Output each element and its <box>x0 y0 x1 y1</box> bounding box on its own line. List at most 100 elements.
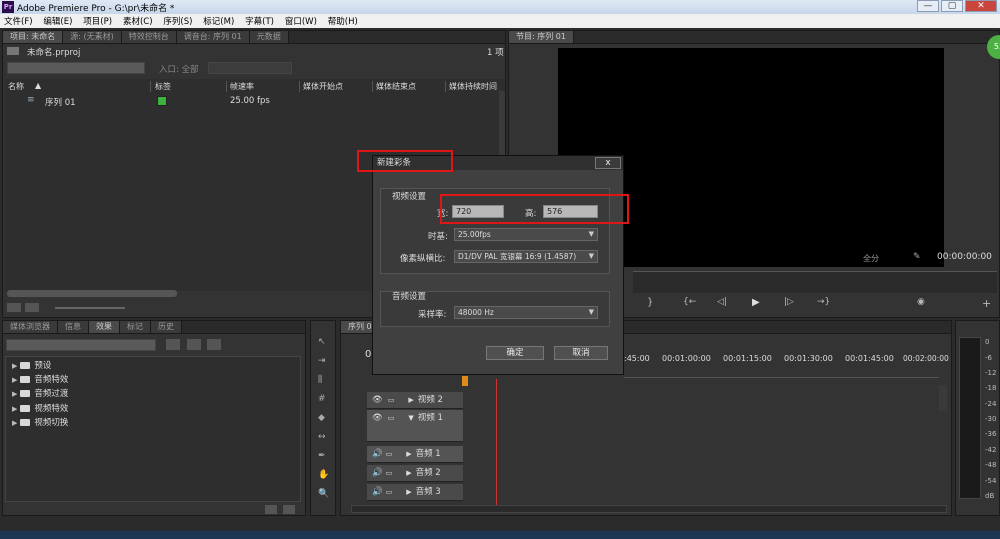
pixel-aspect-select[interactable]: D1/DV PAL 宽银幕 16:9 (1.4587) ▼ <box>454 250 598 263</box>
step-back-icon[interactable]: ◁| <box>717 297 727 307</box>
tab-source[interactable]: 源: (无素材) <box>63 31 122 43</box>
track-audio-2[interactable]: 🔊 ▭ ▶ 音频 2 <box>367 465 463 482</box>
tree-item-audio-effects[interactable]: ▶ 音频特效 <box>12 373 68 387</box>
go-to-in-icon[interactable]: {← <box>683 297 696 307</box>
eye-icon[interactable]: 👁 <box>367 395 383 405</box>
tab-effects[interactable]: 效果 <box>89 321 120 333</box>
playhead-handle[interactable] <box>462 376 468 386</box>
project-hscrollbar[interactable] <box>7 290 177 297</box>
timeline-vscrollbar[interactable] <box>939 385 947 411</box>
col-name[interactable]: 名称 <box>8 81 151 92</box>
razor-tool-icon[interactable]: ◆ <box>318 409 329 428</box>
track-video-1[interactable]: 👁 ▭ ▼ 视频 1 <box>367 410 463 442</box>
tab-info[interactable]: 信息 <box>58 321 89 333</box>
rolling-edit-tool-icon[interactable]: # <box>318 390 329 409</box>
export-frame-icon[interactable]: ◉ <box>917 297 925 307</box>
tree-item-presets[interactable]: ▶ 预设 <box>12 359 51 373</box>
row-sequence-name[interactable]: 序列 01 <box>45 96 76 108</box>
expand-icon[interactable]: ▶ <box>12 373 17 387</box>
col-media-start[interactable]: 媒体开始点 <box>303 81 373 92</box>
effects-search-input[interactable] <box>6 339 156 351</box>
cancel-button[interactable]: 取消 <box>554 346 608 360</box>
ok-button[interactable]: 确定 <box>486 346 544 360</box>
tree-item-audio-transitions[interactable]: ▶ 音频过渡 <box>12 387 68 401</box>
track-audio-3[interactable]: 🔊 ▭ ▶ 音频 3 <box>367 484 463 501</box>
zoom-slider[interactable] <box>55 307 125 309</box>
add-button-icon[interactable]: + <box>982 297 991 310</box>
samplerate-select[interactable]: 48000 Hz ▼ <box>454 306 598 319</box>
close-button[interactable]: ✕ <box>965 0 997 12</box>
tab-metadata[interactable]: 元数据 <box>249 31 289 43</box>
sort-up-icon[interactable]: ▲ <box>35 81 41 90</box>
expand-icon[interactable]: ▶ <box>392 469 411 477</box>
program-timecode[interactable]: 00:00:00:00 <box>937 252 992 262</box>
col-media-end[interactable]: 媒体结束点 <box>376 81 446 92</box>
mark-out-icon[interactable]: } <box>647 297 653 308</box>
pen-tool-icon[interactable]: ✒ <box>318 447 329 466</box>
yuv-effects-icon[interactable] <box>207 339 221 350</box>
timeline-hscrollbar[interactable] <box>351 505 947 513</box>
menu-project[interactable]: 项目(P) <box>79 14 116 27</box>
accelerated-effects-icon[interactable] <box>166 339 180 350</box>
timeline-ruler[interactable]: :45:00 00:01:00:00 00:01:15:00 00:01:30:… <box>624 352 949 378</box>
minimize-button[interactable]: — <box>917 0 939 12</box>
wrench-icon[interactable]: ✎ <box>913 252 921 262</box>
trash-icon[interactable] <box>283 505 295 514</box>
premiere-logo-icon: Pr <box>2 1 14 13</box>
expand-icon[interactable]: ▶ <box>12 359 17 373</box>
speaker-icon[interactable]: 🔊 <box>367 449 383 459</box>
eye-icon[interactable]: 👁 <box>367 413 383 423</box>
go-to-out-icon[interactable]: →} <box>817 297 830 307</box>
timebase-select[interactable]: 25.00fps ▼ <box>454 228 598 241</box>
expand-icon[interactable]: ▶ <box>392 488 411 496</box>
tree-item-video-transitions[interactable]: ▶ 视频切换 <box>12 416 68 430</box>
speaker-icon[interactable]: 🔊 <box>367 487 383 497</box>
expand-icon[interactable]: ▶ <box>12 416 17 430</box>
tab-effect-controls[interactable]: 特效控制台 <box>121 31 177 43</box>
expand-icon[interactable]: ▶ <box>12 387 17 401</box>
fit-select[interactable]: 全分 <box>863 253 879 264</box>
maximize-button[interactable]: ▢ <box>941 0 963 12</box>
col-media-duration[interactable]: 媒体持续时间 <box>449 81 504 92</box>
menu-help[interactable]: 帮助(H) <box>324 14 362 27</box>
32bit-effects-icon[interactable] <box>187 339 201 350</box>
play-icon[interactable]: ▶ <box>752 297 760 308</box>
hand-tool-icon[interactable]: ✋ <box>318 466 329 485</box>
expand-icon[interactable]: ▶ <box>12 402 17 416</box>
expand-icon[interactable]: ▼ <box>394 414 413 422</box>
expand-icon[interactable]: ▶ <box>394 396 413 404</box>
new-bin-icon[interactable] <box>265 505 277 514</box>
menu-file[interactable]: 文件(F) <box>0 14 37 27</box>
speaker-icon[interactable]: 🔊 <box>367 468 383 478</box>
list-view-icon[interactable] <box>7 303 21 312</box>
menu-title[interactable]: 字幕(T) <box>241 14 278 27</box>
menu-window[interactable]: 窗口(W) <box>281 14 321 27</box>
tab-markers[interactable]: 标记 <box>120 321 151 333</box>
track-select-tool-icon[interactable]: ⇥ <box>318 352 329 371</box>
tree-item-video-effects[interactable]: ▶ 视频特效 <box>12 402 68 416</box>
icon-view-icon[interactable] <box>25 303 39 312</box>
selection-tool-icon[interactable]: ↖ <box>318 333 329 352</box>
menu-edit[interactable]: 编辑(E) <box>39 14 76 27</box>
ripple-edit-tool-icon[interactable]: ⫼ <box>318 371 329 390</box>
menu-sequence[interactable]: 序列(S) <box>159 14 196 27</box>
menu-clip[interactable]: 素材(C) <box>119 14 157 27</box>
col-label[interactable]: 标签 <box>155 81 227 92</box>
program-time-ruler[interactable] <box>633 271 997 293</box>
tab-audio-mixer[interactable]: 调音台: 序列 01 <box>176 31 250 43</box>
track-audio-1[interactable]: 🔊 ▭ ▶ 音频 1 <box>367 446 463 463</box>
dialog-close-button[interactable]: x <box>595 157 621 169</box>
zoom-tool-icon[interactable]: 🔍 <box>318 485 329 504</box>
tab-project[interactable]: 项目: 未命名 <box>3 31 64 43</box>
menu-marker[interactable]: 标记(M) <box>199 14 238 27</box>
entry-select[interactable] <box>208 62 292 74</box>
project-search-input[interactable] <box>7 62 145 74</box>
step-forward-icon[interactable]: |▷ <box>784 297 794 307</box>
track-video-2[interactable]: 👁 ▭ ▶ 视频 2 <box>367 392 463 409</box>
expand-icon[interactable]: ▶ <box>392 450 411 458</box>
tab-program[interactable]: 节目: 序列 01 <box>509 31 574 43</box>
col-fps[interactable]: 帧速率 <box>230 81 300 92</box>
tab-history[interactable]: 历史 <box>151 321 182 333</box>
tab-media-browser[interactable]: 媒体浏览器 <box>3 321 58 333</box>
slip-tool-icon[interactable]: ↔ <box>318 428 329 447</box>
